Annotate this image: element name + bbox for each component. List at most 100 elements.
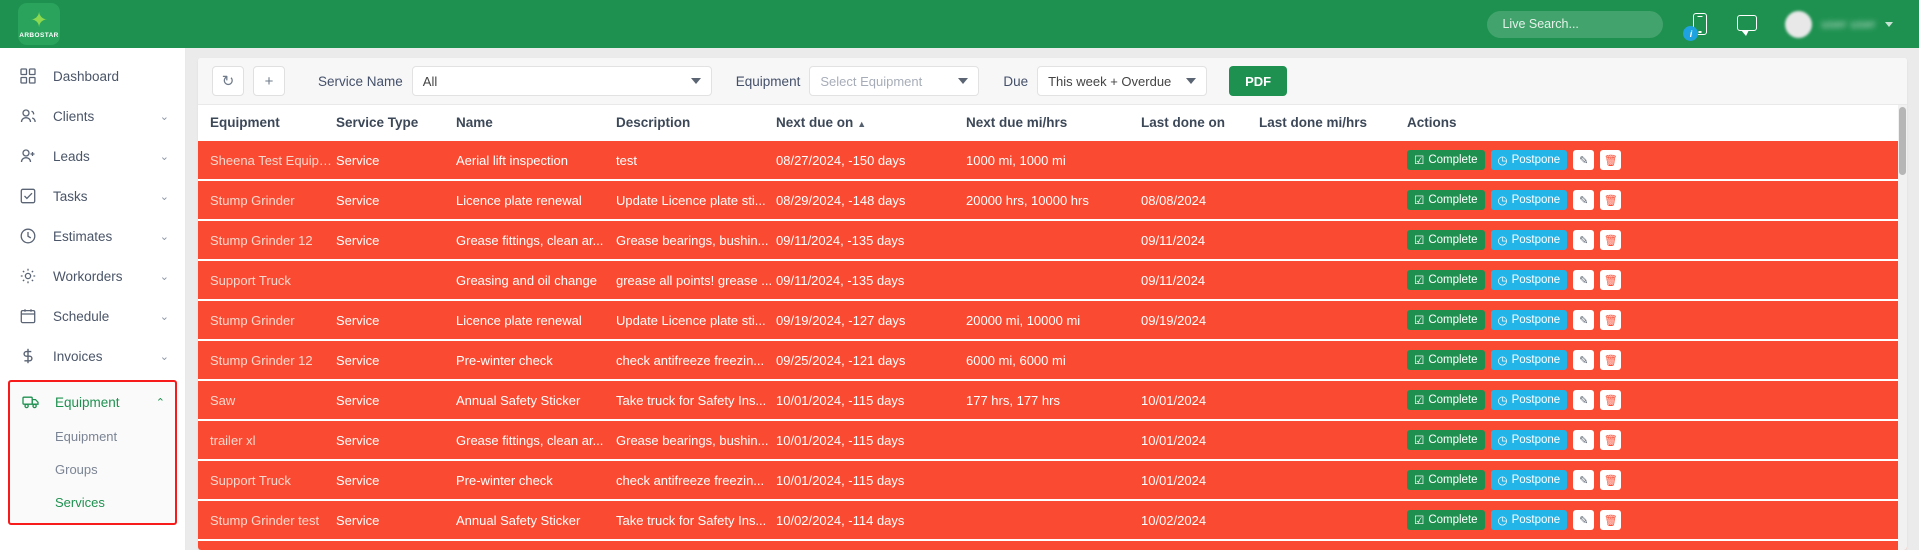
sidebar-item-equipment[interactable]: Equipment ⌃ [10,384,175,420]
complete-button[interactable]: ☑ Complete [1407,150,1485,170]
edit-button[interactable]: ✎ [1573,230,1595,250]
edit-button[interactable]: ✎ [1573,510,1595,530]
column-header-equipment[interactable]: Equipment [198,105,336,141]
complete-button[interactable]: ☑ Complete [1407,470,1485,490]
postpone-button[interactable]: ◷ Postpone [1490,270,1568,290]
delete-button[interactable]: 🗑 [1600,230,1622,250]
table-row[interactable]: Stump Grinder test Service Annual Safety S… [198,500,1907,541]
edit-button[interactable]: ✎ [1573,270,1595,290]
table-row[interactable]: Sheena Test Equipment Service Aerial lift … [198,141,1907,181]
delete-button[interactable]: 🗑 [1600,270,1622,290]
edit-button[interactable]: ✎ [1573,190,1595,210]
edit-button[interactable]: ✎ [1573,390,1595,410]
cell-actions: ☑Complete◷Postpone✎🗑 [1407,380,1907,421]
plus-icon: + [264,72,274,90]
due-select[interactable]: This week + Overdue [1037,66,1208,96]
postpone-button[interactable]: ◷ Postpone [1490,350,1568,370]
delete-button[interactable]: 🗑 [1600,350,1622,370]
postpone-button[interactable]: ◷ Postpone [1490,230,1568,250]
column-header-last-done-on[interactable]: Last done on [1141,105,1259,141]
cell-last-done-on [1141,141,1259,181]
table-row[interactable]: Support Truck Greasing and oil change grea… [198,260,1907,301]
vertical-scrollbar[interactable] [1898,105,1907,550]
cell-next-due-on: 09/19/2024, -127 days [776,300,966,341]
row-action-group: ☑ Complete ◷ Postpone ✎ 🗑 [1407,430,1907,450]
sidebar-subitem-groups[interactable]: Groups [10,453,175,486]
column-header-description[interactable]: Description [616,105,776,141]
sidebar-item-estimates[interactable]: Estimates ⌄ [0,216,185,256]
table-row[interactable]: Stump Grinder Service Licence plate renewa… [198,180,1907,221]
delete-button[interactable]: 🗑 [1600,470,1622,490]
table-row[interactable]: Stump Grinder 12 Service Pre-winter check c… [198,340,1907,381]
edit-button[interactable]: ✎ [1573,150,1595,170]
sidebar-item-workorders[interactable]: Workorders ⌄ [0,256,185,296]
live-search-input[interactable] [1487,10,1664,38]
pdf-export-button[interactable]: PDF [1229,66,1288,96]
postpone-button[interactable]: ◷ Postpone [1490,150,1568,170]
cell-last-done-on: 09/11/2024 [1141,220,1259,261]
sidebar-subitem-services[interactable]: Services [10,486,175,519]
column-header-next-due-on[interactable]: Next due on ▲ [776,105,966,141]
cell-equipment: Stump Grinder [198,540,336,550]
scrollbar-thumb[interactable] [1899,107,1906,175]
table-row[interactable]: Stump Grinder 12 Service Grease fittings, … [198,220,1907,261]
postpone-button[interactable]: ◷ Postpone [1490,390,1568,410]
edit-button[interactable]: ✎ [1573,430,1595,450]
sidebar-item-schedule[interactable]: Schedule ⌄ [0,296,185,336]
cell-last-done-mihrs [1259,380,1407,421]
column-header-last-done-mihrs[interactable]: Last done mi/hrs [1259,105,1407,141]
table-row[interactable]: Stump Grinder Service Licence plate renewa… [198,300,1907,341]
delete-button[interactable]: 🗑 [1600,150,1622,170]
table-row[interactable]: Saw Service Annual Safety Sticker Take truc… [198,380,1907,421]
refresh-button[interactable]: ↻ [212,66,244,96]
cell-service-type: Service [336,141,456,181]
user-menu[interactable]: user user [1785,10,1893,38]
complete-button[interactable]: ☑ Complete [1407,230,1485,250]
sidebar-item-invoices[interactable]: Invoices ⌄ [0,336,185,376]
cell-description: Take truck for Safety Ins... [616,500,776,541]
add-service-button[interactable]: + [253,66,285,96]
complete-button[interactable]: ☑ Complete [1407,510,1485,530]
complete-button[interactable]: ☑ Complete [1407,270,1485,290]
complete-button[interactable]: ☑ Complete [1407,310,1485,330]
table-row[interactable]: trailer xl Service Grease fittings, clean … [198,420,1907,461]
header-right-cluster: i user user [1487,10,1919,41]
postpone-button[interactable]: ◷ Postpone [1490,510,1568,530]
row-action-group: ☑ Complete ◷ Postpone ✎ 🗑 [1407,150,1907,170]
edit-button[interactable]: ✎ [1573,470,1595,490]
complete-button[interactable]: ☑ Complete [1407,190,1485,210]
equipment-select[interactable]: Select Equipment [809,66,980,96]
postpone-button[interactable]: ◷ Postpone [1490,190,1568,210]
postpone-button[interactable]: ◷ Postpone [1490,430,1568,450]
complete-button-label: Complete [1428,234,1478,246]
delete-button[interactable]: 🗑 [1600,390,1622,410]
edit-button[interactable]: ✎ [1573,310,1595,330]
edit-button[interactable]: ✎ [1573,350,1595,370]
column-header-next-due-mihrs[interactable]: Next due mi/hrs [966,105,1141,141]
sidebar-item-dashboard[interactable]: Dashboard [0,56,185,96]
postpone-button[interactable]: ◷ Postpone [1490,310,1568,330]
trash-icon: 🗑 [1603,154,1618,167]
cell-last-done-mihrs [1259,141,1407,181]
table-row[interactable]: Stump GrinderServiceGrease fittings, cle… [198,540,1907,550]
app-logo[interactable]: ✦ ARBOSTAR [0,0,186,48]
sidebar-item-tasks[interactable]: Tasks ⌄ [0,176,185,216]
mobile-phone-icon[interactable]: i [1683,12,1711,41]
complete-button[interactable]: ☑ Complete [1407,350,1485,370]
complete-button[interactable]: ☑ Complete [1407,390,1485,410]
postpone-button[interactable]: ◷ Postpone [1490,470,1568,490]
postpone-button-label: Postpone [1511,274,1561,286]
sidebar-item-clients[interactable]: Clients ⌄ [0,96,185,136]
column-header-service-type[interactable]: Service Type [336,105,456,141]
table-row[interactable]: Support Truck Service Pre-winter check chec… [198,460,1907,501]
chat-bubble-icon[interactable] [1737,12,1759,36]
delete-button[interactable]: 🗑 [1600,310,1622,330]
service-name-select[interactable]: All [411,66,712,96]
delete-button[interactable]: 🗑 [1600,510,1622,530]
delete-button[interactable]: 🗑 [1600,190,1622,210]
complete-button[interactable]: ☑ Complete [1407,430,1485,450]
sidebar-item-leads[interactable]: Leads ⌄ [0,136,185,176]
column-header-name[interactable]: Name [456,105,616,141]
delete-button[interactable]: 🗑 [1600,430,1622,450]
sidebar-subitem-equipment[interactable]: Equipment [10,420,175,453]
